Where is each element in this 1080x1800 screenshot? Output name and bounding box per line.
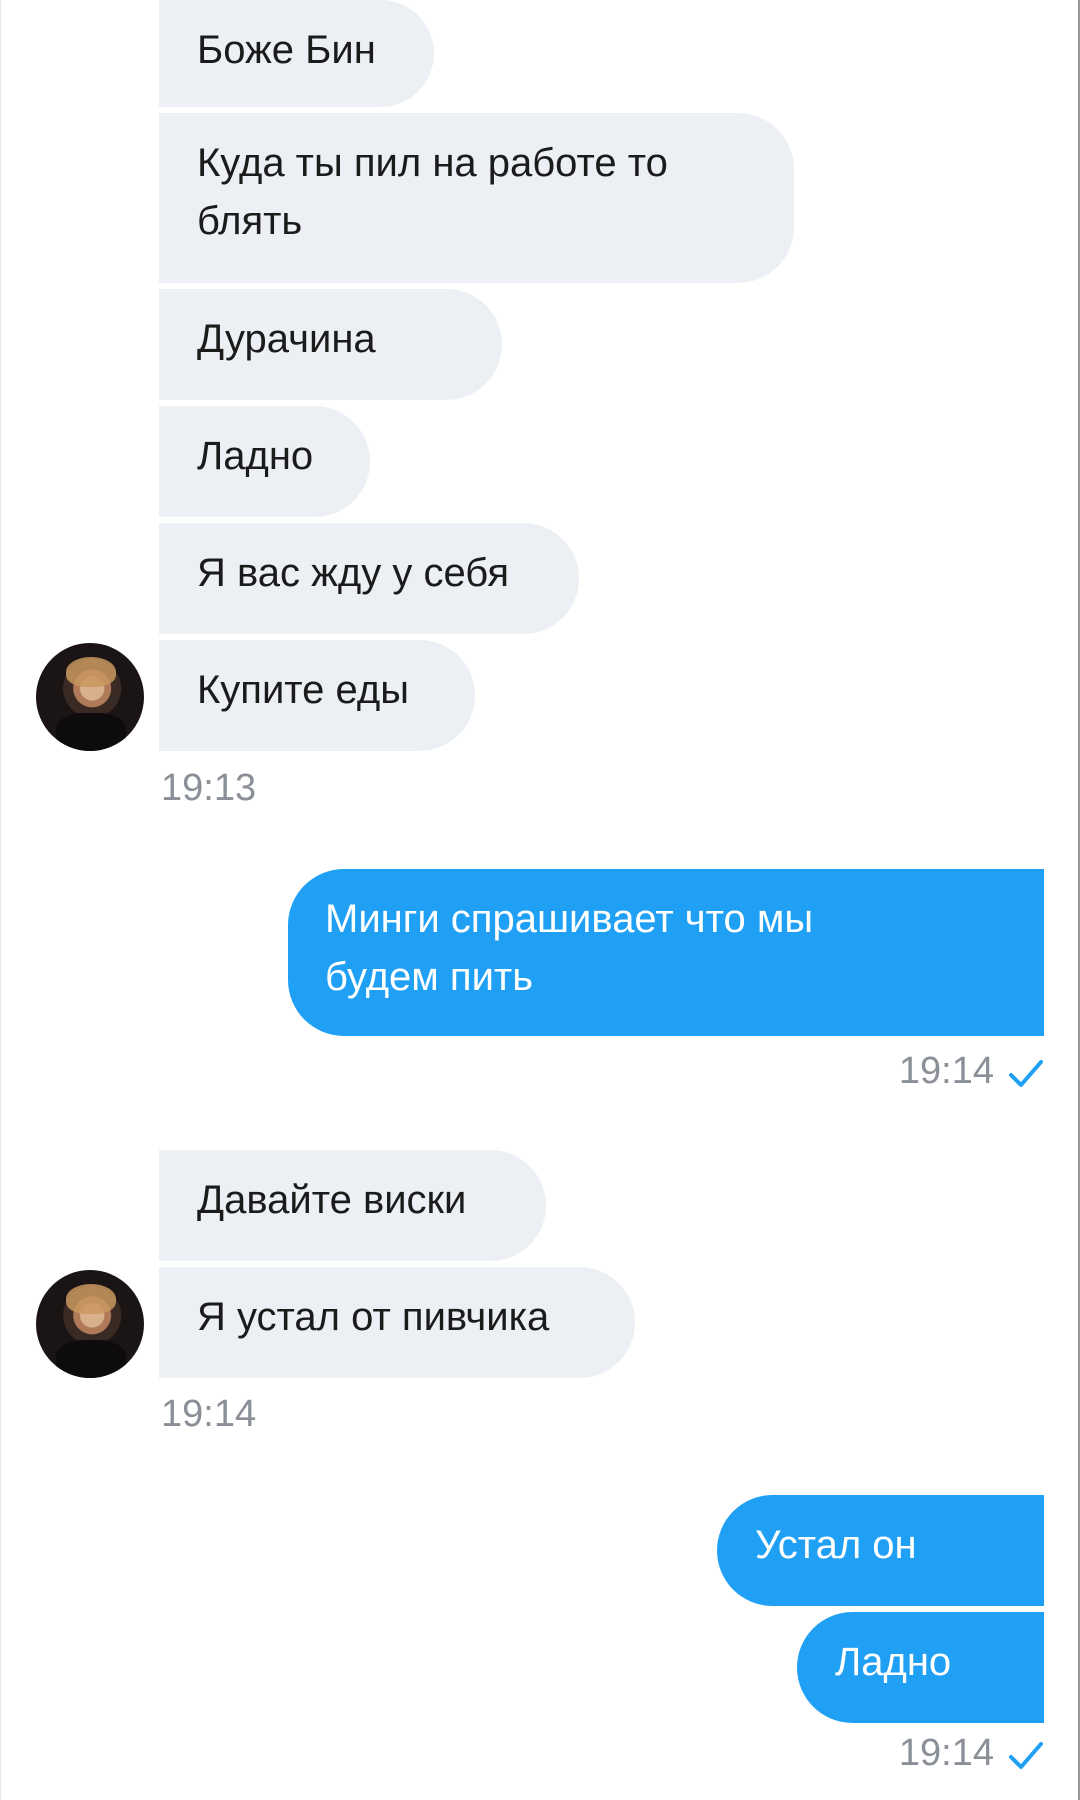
incoming-message[interactable]: Дурачина: [159, 289, 502, 400]
incoming-message[interactable]: Ладно: [159, 406, 370, 517]
contact-avatar[interactable]: [36, 643, 144, 751]
checkmark-icon: [1009, 1742, 1043, 1769]
incoming-message[interactable]: Давайте виски: [159, 1150, 546, 1261]
message-timestamp: 19:14: [898, 1732, 994, 1774]
checkmark-icon: [1009, 1060, 1043, 1087]
message-timestamp: 19:13: [161, 767, 257, 809]
incoming-message[interactable]: Боже Бин: [159, 0, 434, 107]
message-timestamp: 19:14: [898, 1050, 994, 1092]
incoming-message[interactable]: Я вас жду у себя: [159, 523, 579, 634]
left-edge: [0, 0, 1, 1800]
incoming-message[interactable]: Куда ты пил на работе то блять: [159, 113, 794, 283]
incoming-message[interactable]: Я устал от пивчика: [159, 1267, 635, 1378]
outgoing-message[interactable]: Минги спрашивает что мы будем пить: [288, 869, 1044, 1036]
outgoing-message[interactable]: Устал он: [717, 1495, 1044, 1606]
contact-avatar[interactable]: [36, 1270, 144, 1378]
incoming-message[interactable]: Купите еды: [159, 640, 475, 751]
outgoing-message[interactable]: Ладно: [797, 1612, 1044, 1723]
message-timestamp: 19:14: [161, 1393, 257, 1435]
